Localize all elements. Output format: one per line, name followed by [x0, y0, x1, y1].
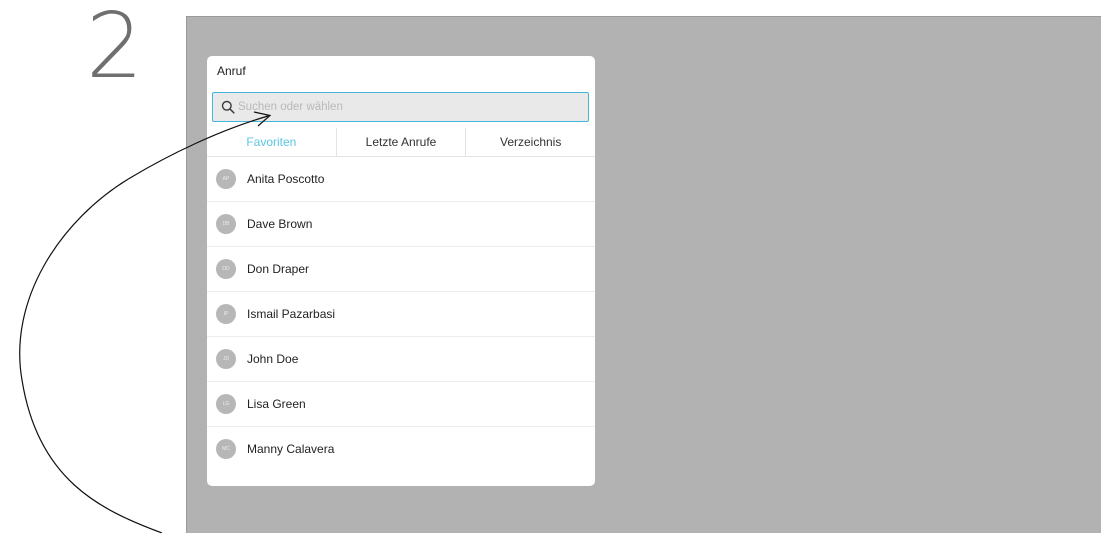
search-icon	[221, 100, 235, 114]
page: 2 Anruf Favoriten Letzte Anrufe Verzeich…	[0, 0, 1101, 533]
contact-item[interactable]: MC Manny Calavera	[207, 427, 595, 472]
call-panel: Anruf Favoriten Letzte Anrufe Verzeichni…	[207, 56, 595, 486]
avatar: AP	[216, 169, 236, 189]
tab-letzte-anrufe[interactable]: Letzte Anrufe	[337, 128, 466, 156]
contact-name: John Doe	[247, 352, 299, 366]
avatar: DD	[216, 259, 236, 279]
contact-item[interactable]: DB Dave Brown	[207, 202, 595, 247]
contact-name: Anita Poscotto	[247, 172, 325, 186]
search-box[interactable]	[212, 92, 589, 122]
avatar: JD	[216, 349, 236, 369]
avatar: IP	[216, 304, 236, 324]
avatar: LG	[216, 394, 236, 414]
tab-favoriten[interactable]: Favoriten	[207, 128, 336, 156]
search-input[interactable]	[238, 93, 578, 120]
panel-title: Anruf	[217, 64, 246, 78]
tab-bar: Favoriten Letzte Anrufe Verzeichnis	[207, 128, 595, 157]
contact-item[interactable]: DD Don Draper	[207, 247, 595, 292]
contact-item[interactable]: JD John Doe	[207, 337, 595, 382]
contact-name: Ismail Pazarbasi	[247, 307, 336, 321]
step-number: 2	[86, 0, 144, 99]
contact-list: AP Anita Poscotto DB Dave Brown DD Don D…	[207, 157, 595, 472]
contact-item[interactable]: LG Lisa Green	[207, 382, 595, 427]
tab-verzeichnis[interactable]: Verzeichnis	[466, 128, 595, 156]
contact-name: Don Draper	[247, 262, 310, 276]
contact-item[interactable]: AP Anita Poscotto	[207, 157, 595, 202]
avatar: MC	[216, 439, 236, 459]
contact-item[interactable]: IP Ismail Pazarbasi	[207, 292, 595, 337]
contact-name: Manny Calavera	[247, 442, 335, 456]
avatar: DB	[216, 214, 236, 234]
contact-name: Lisa Green	[247, 397, 306, 411]
contact-name: Dave Brown	[247, 217, 313, 231]
